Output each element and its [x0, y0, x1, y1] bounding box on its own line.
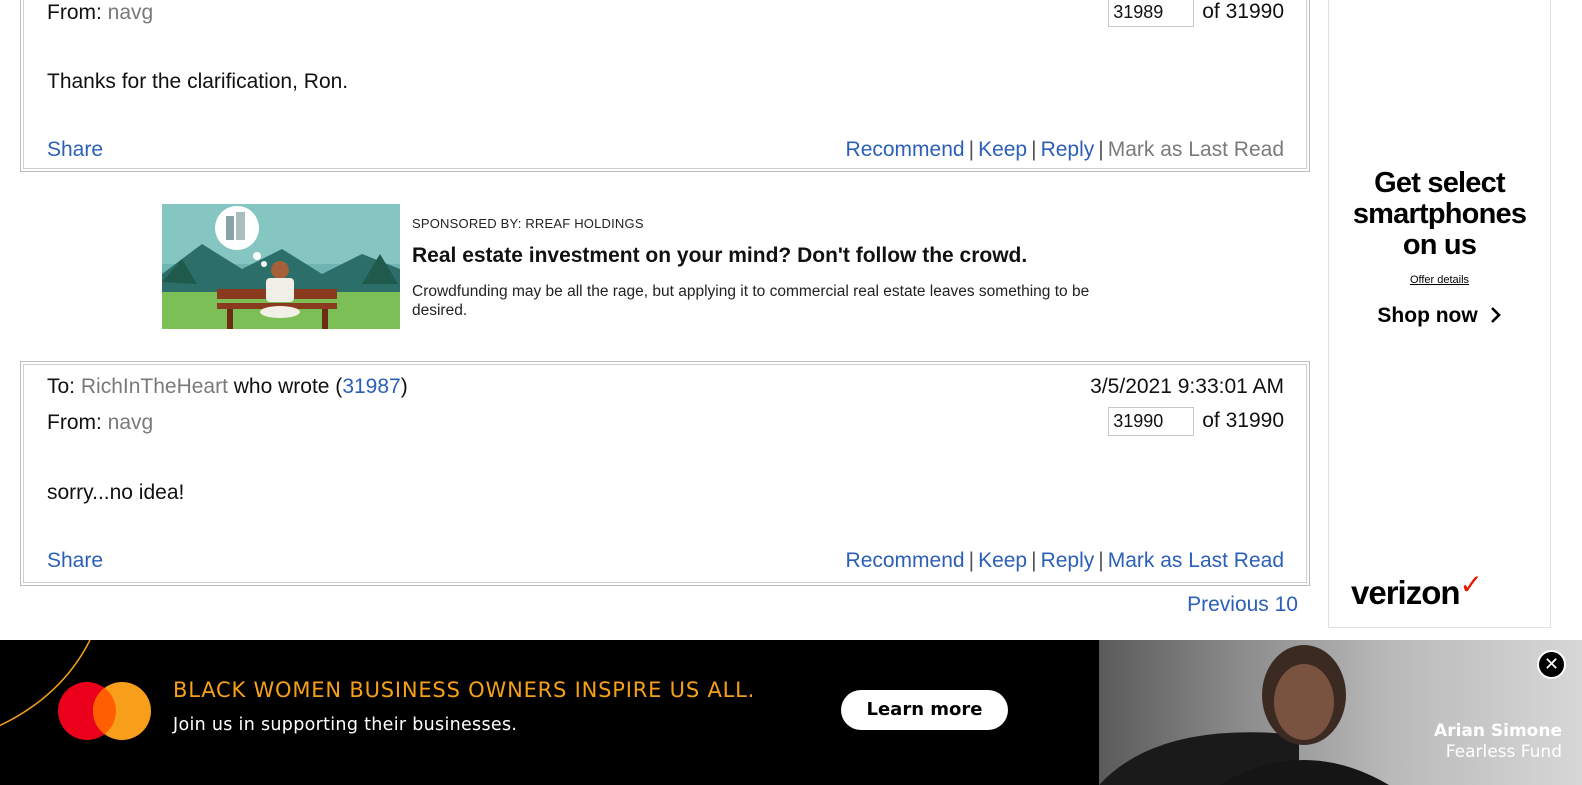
message-actions: Recommend | Keep | Reply | Mark as Last Read	[846, 549, 1284, 573]
banner-photo: Arian Simone Fearless Fund	[1099, 640, 1582, 785]
message-inner: To: RichInTheHeart who wrote (31987) 3/5…	[23, 364, 1307, 583]
person-name: Arian Simone	[1434, 721, 1562, 741]
message-31990: To: RichInTheHeart who wrote (31987) 3/5…	[20, 361, 1310, 586]
share-link[interactable]: Share	[47, 138, 103, 162]
side-ad-headline-line: on us	[1402, 229, 1477, 261]
learn-more-button[interactable]: Learn more	[841, 690, 1008, 730]
who-wrote-text: who wrote (	[233, 375, 343, 398]
sponsored-title-link[interactable]: Real estate investment on your mind? Don…	[412, 244, 1027, 268]
separator: |	[1031, 138, 1037, 161]
message-actions: Recommend | Keep | Reply | Mark as Last Read	[846, 138, 1284, 162]
close-icon[interactable]: ✕	[1537, 650, 1566, 679]
mastercard-logo-overlap	[93, 682, 151, 740]
recommend-link[interactable]: Recommend	[846, 549, 965, 572]
verizon-logo: verizon✓	[1351, 569, 1483, 612]
sponsored-by: SPONSORED BY: RREAF HOLDINGS	[412, 216, 644, 231]
message-number-row: 31989 of 31990	[1108, 0, 1284, 27]
message-date: 3/5/2021 9:33:01 AM	[1090, 375, 1284, 398]
keep-link[interactable]: Keep	[978, 549, 1027, 572]
offer-details-link[interactable]: Offer details	[1329, 274, 1550, 286]
from-user-link[interactable]: navg	[108, 411, 154, 434]
separator: |	[968, 549, 975, 572]
shop-now-label: Shop now	[1377, 304, 1478, 327]
to-user-link[interactable]: RichInTheHeart	[81, 375, 228, 398]
sponsored-description: Crowdfunding may be all the rage, but ap…	[412, 283, 1090, 319]
message-total: of 31990	[1202, 409, 1284, 433]
message-number-input[interactable]: 31989	[1108, 0, 1195, 27]
mark-last-read-link[interactable]: Mark as Last Read	[1108, 138, 1284, 161]
message-body: sorry...no idea!	[47, 481, 185, 504]
message-total: of 31990	[1202, 0, 1284, 24]
person-organization: Fearless Fund	[1445, 742, 1562, 762]
recommend-link[interactable]: Recommend	[846, 138, 965, 161]
chevron-right-icon	[1490, 304, 1502, 327]
from-label: From:	[47, 411, 102, 434]
reply-link[interactable]: Reply	[1041, 549, 1095, 572]
side-ad-headline: Get select smartphones on us	[1329, 168, 1550, 261]
message-31989: From: navg 31989 of 31990 Thanks for the …	[20, 0, 1310, 172]
separator: |	[1031, 549, 1037, 572]
keep-link[interactable]: Keep	[978, 138, 1027, 161]
message-inner: From: navg 31989 of 31990 Thanks for the …	[23, 0, 1307, 169]
close-paren: )	[400, 375, 408, 398]
verizon-check-icon: ✓	[1459, 569, 1483, 600]
side-ad-headline-line: smartphones	[1352, 198, 1527, 230]
to-row: To: RichInTheHeart who wrote (31987)	[47, 375, 408, 399]
message-number-row: 31990 of 31990	[1108, 407, 1284, 436]
message-number-input[interactable]: 31990	[1108, 407, 1195, 436]
previous-10-link[interactable]: Previous 10	[1187, 593, 1298, 617]
reply-to-number-link[interactable]: 31987	[342, 375, 400, 398]
bottom-banner-ad[interactable]: BLACK WOMEN BUSINESS OWNERS INSPIRE US A…	[0, 640, 1582, 785]
shop-now-button[interactable]: Shop now	[1329, 304, 1550, 328]
reply-link[interactable]: Reply	[1041, 138, 1095, 161]
separator: |	[1098, 549, 1104, 572]
verizon-wordmark: verizon	[1351, 574, 1461, 611]
banner-headline: BLACK WOMEN BUSINESS OWNERS INSPIRE US A…	[173, 678, 756, 702]
mark-last-read-link[interactable]: Mark as Last Read	[1108, 549, 1284, 572]
banner-subline: Join us in supporting their businesses.	[173, 715, 518, 735]
to-label: To:	[47, 375, 76, 398]
from-row: From: navg	[47, 411, 153, 435]
sponsored-image[interactable]	[162, 204, 400, 329]
message-body: Thanks for the clarification, Ron.	[47, 70, 349, 93]
from-row: From: navg	[47, 1, 153, 25]
side-ad-headline-line: Get select	[1374, 167, 1505, 199]
separator: |	[968, 138, 975, 161]
separator: |	[1098, 138, 1104, 161]
from-user-link[interactable]: navg	[108, 1, 154, 24]
share-link[interactable]: Share	[47, 549, 103, 573]
from-label: From:	[47, 1, 102, 24]
side-ad[interactable]: Get select smartphones on us Offer detai…	[1328, 0, 1551, 628]
